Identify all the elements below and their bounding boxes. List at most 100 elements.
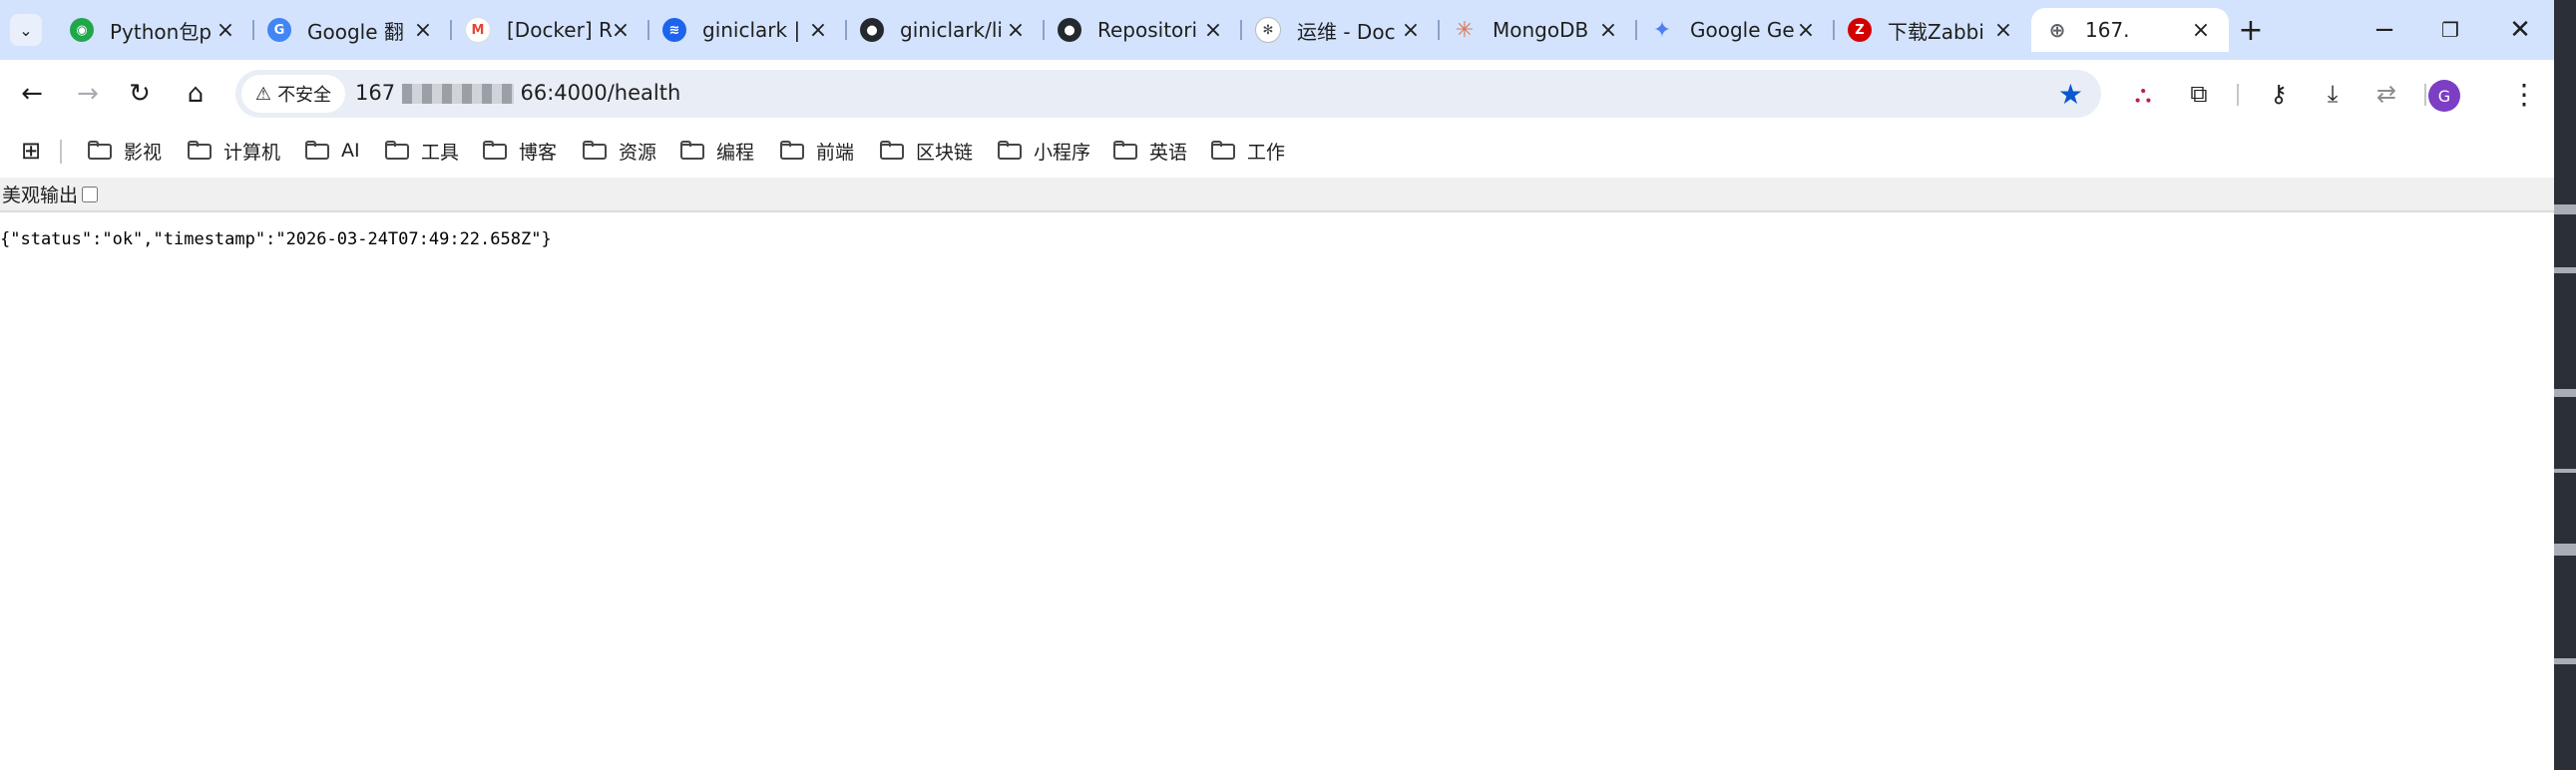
- url-suffix: 66:4000/health: [520, 81, 681, 105]
- bookmark-folder[interactable]: 资源: [583, 136, 656, 166]
- arrow-left-icon: ←: [21, 79, 43, 109]
- tab[interactable]: ◉ Python包p ×: [56, 8, 254, 52]
- close-icon[interactable]: ×: [2187, 16, 2215, 44]
- close-icon[interactable]: ×: [1002, 16, 1030, 44]
- bookmark-folder[interactable]: 工具: [385, 136, 459, 166]
- pypi-icon: ◉: [70, 18, 94, 42]
- pretty-print-label: 美观输出: [2, 185, 79, 206]
- json-response-text: {"status":"ok","timestamp":"2026-03-24T0…: [0, 229, 552, 249]
- bookmark-label: 前端: [816, 141, 855, 164]
- close-icon[interactable]: ×: [212, 16, 239, 44]
- edge-streak: [2554, 267, 2576, 273]
- translate-page-icon[interactable]: ⇄: [2368, 76, 2404, 112]
- minimize-button[interactable]: −: [2364, 10, 2404, 50]
- bookmark-folder[interactable]: 工作: [1211, 136, 1285, 166]
- tab-search-button[interactable]: ⌄: [10, 14, 42, 46]
- bookmark-label: AI: [341, 140, 360, 162]
- bookmark-folder[interactable]: 影视: [88, 136, 162, 166]
- close-icon[interactable]: ×: [409, 16, 437, 44]
- extensions-icon[interactable]: ⧉: [2181, 76, 2217, 112]
- forward-button[interactable]: →: [68, 74, 108, 114]
- bookmarks-divider: [60, 140, 62, 164]
- gemini-icon: ✦: [1652, 17, 1672, 43]
- bookmark-folder[interactable]: 前端: [780, 136, 854, 166]
- bookmark-label: 工具: [421, 141, 460, 164]
- tab-active[interactable]: ⊕ 167. ×: [2031, 8, 2229, 52]
- folder-icon: [305, 141, 331, 161]
- new-tab-button[interactable]: +: [2235, 13, 2267, 48]
- tab[interactable]: G Google 翻 ×: [253, 8, 452, 52]
- bookmark-folder[interactable]: 英语: [1113, 136, 1187, 166]
- bookmark-label: 计算机: [223, 141, 281, 164]
- google-translate-icon: G: [267, 18, 291, 42]
- bookmark-folder[interactable]: 博客: [483, 136, 557, 166]
- edge-streak: [2554, 544, 2576, 556]
- home-icon: ⌂: [187, 79, 205, 109]
- close-icon[interactable]: ×: [1397, 16, 1425, 44]
- address-bar[interactable]: ⚠ 不安全 167 66:4000/health ★: [235, 70, 2101, 118]
- pretty-print-checkbox[interactable]: [82, 186, 99, 202]
- bookmark-folder[interactable]: 编程: [680, 136, 754, 166]
- tab-title: giniclark/li: [900, 18, 1003, 42]
- tab-title: Google 翻: [307, 19, 404, 44]
- close-icon[interactable]: ×: [607, 16, 635, 44]
- tab-title: [Docker] R: [507, 18, 613, 42]
- restore-button[interactable]: ❐: [2430, 10, 2470, 50]
- tab[interactable]: Z 下载Zabbi ×: [1834, 8, 2031, 52]
- restore-icon: ❐: [2441, 18, 2459, 42]
- apps-grid-icon[interactable]: ⊞: [16, 136, 46, 166]
- docker-icon: ≋: [662, 18, 686, 42]
- home-button[interactable]: ⌂: [176, 74, 215, 114]
- openai-icon: ✻: [1255, 17, 1281, 43]
- folder-icon: [680, 141, 706, 161]
- claude-icon: ✳: [1455, 17, 1475, 43]
- translate-extension-icon[interactable]: ⛬: [2125, 76, 2161, 112]
- avatar[interactable]: G: [2428, 80, 2460, 112]
- folder-icon: [880, 141, 906, 161]
- tab-title: 运维 - Doc: [1297, 19, 1396, 44]
- reload-button[interactable]: ↻: [120, 74, 160, 114]
- security-label: 不安全: [277, 85, 332, 106]
- tab-title: 167.: [2085, 18, 2130, 42]
- tab-title: Repositori: [1097, 18, 1198, 42]
- security-chip[interactable]: ⚠ 不安全: [241, 75, 345, 113]
- tab[interactable]: M [Docker] R ×: [451, 8, 649, 52]
- tab-title: 下载Zabbi: [1888, 19, 1984, 44]
- tab[interactable]: ≋ giniclark | ×: [648, 8, 847, 52]
- pretty-print-bar: 美观输出: [0, 178, 2554, 212]
- chevron-down-icon: ⌄: [19, 20, 33, 40]
- close-window-button[interactable]: ✕: [2500, 10, 2540, 50]
- close-icon[interactable]: ×: [1989, 16, 2017, 44]
- tab[interactable]: ✳ MongoDB ×: [1439, 8, 1637, 52]
- url-text[interactable]: 167 66:4000/health: [355, 81, 680, 105]
- back-button[interactable]: ←: [12, 74, 52, 114]
- tab[interactable]: ✻ 运维 - Doc ×: [1241, 8, 1440, 52]
- close-icon[interactable]: ×: [1199, 16, 1227, 44]
- bookmark-folder[interactable]: 区块链: [880, 136, 973, 166]
- close-icon[interactable]: ×: [1792, 16, 1820, 44]
- download-icon[interactable]: ⤓: [2315, 76, 2351, 112]
- redacted-block: [401, 84, 514, 104]
- bookmark-folder[interactable]: 小程序: [998, 136, 1090, 166]
- tab[interactable]: ● giniclark/li ×: [846, 8, 1045, 52]
- github-icon: ●: [1058, 18, 1081, 42]
- bookmark-label: 工作: [1247, 141, 1286, 164]
- bookmark-label: 影视: [124, 141, 163, 164]
- folder-icon: [188, 141, 214, 161]
- tab[interactable]: ✦ Google Ge ×: [1636, 8, 1835, 52]
- close-icon[interactable]: ×: [1594, 16, 1622, 44]
- folder-icon: [998, 141, 1024, 161]
- bookmark-label: 小程序: [1034, 141, 1091, 164]
- gmail-icon: M: [465, 17, 491, 43]
- bookmark-label: 区块链: [916, 141, 974, 164]
- browser-window: ⌄ ◉ Python包p × G Google 翻 × M [Docker] R…: [0, 0, 2554, 770]
- password-key-icon[interactable]: ⚷: [2261, 76, 2297, 112]
- close-icon: ✕: [2509, 15, 2531, 45]
- bookmark-folder[interactable]: 计算机: [188, 136, 280, 166]
- bookmark-label: 英语: [1149, 141, 1188, 164]
- bookmark-folder[interactable]: AI: [305, 136, 360, 166]
- menu-kebab-icon[interactable]: ⋮: [2506, 76, 2542, 112]
- bookmark-star-icon[interactable]: ★: [2058, 78, 2083, 111]
- close-icon[interactable]: ×: [804, 16, 832, 44]
- tab[interactable]: ● Repositori ×: [1044, 8, 1242, 52]
